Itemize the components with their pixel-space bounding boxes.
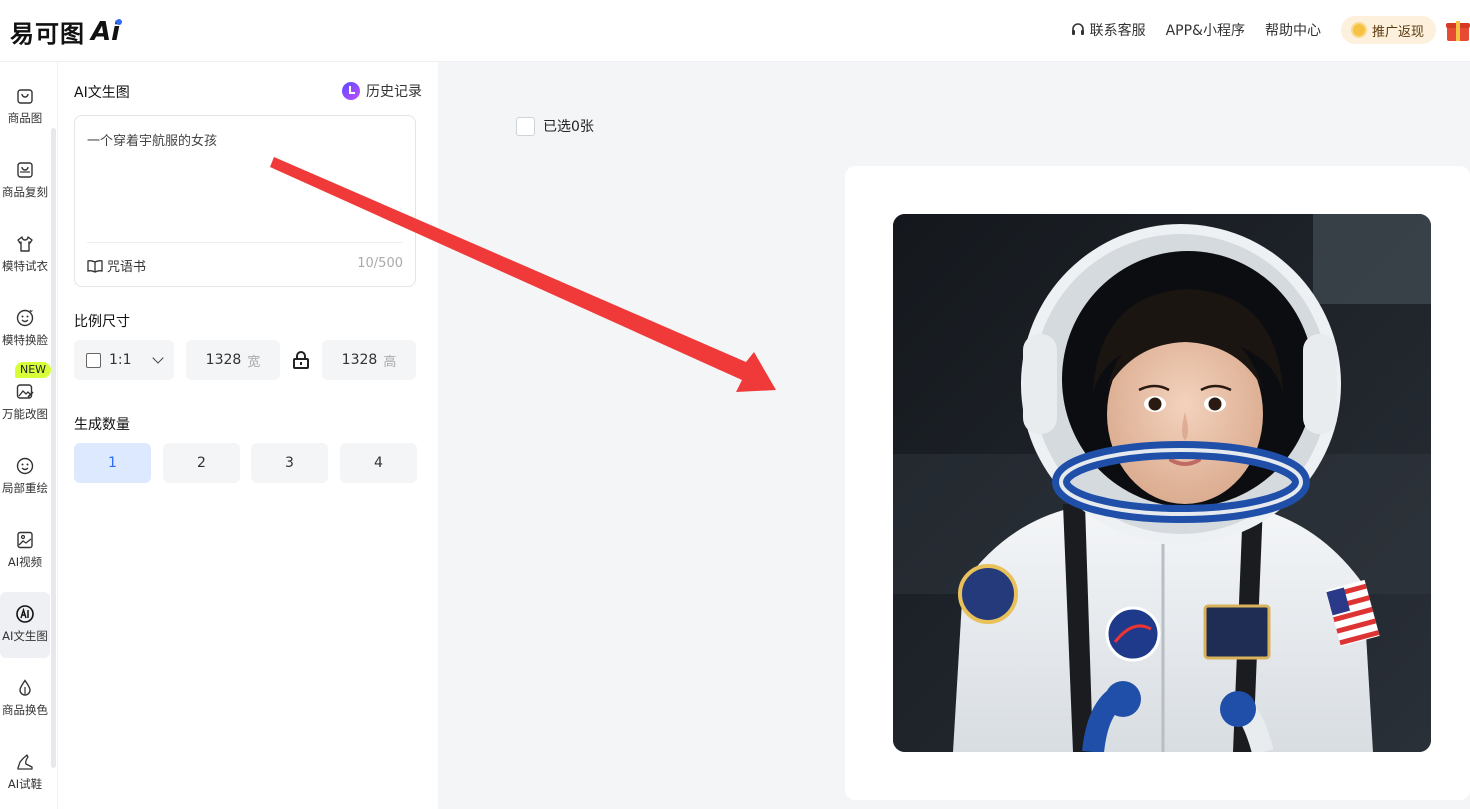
nav-item-ai-text-to-image[interactable]: AI文生图 xyxy=(0,592,50,658)
video-image-icon xyxy=(15,530,35,550)
quantity-option-2[interactable]: 2 xyxy=(163,443,240,483)
clock-icon xyxy=(342,82,360,100)
logo-text: 易可图 xyxy=(10,20,85,48)
nav-scrollbar[interactable] xyxy=(51,128,56,768)
nav-item-model-tryon[interactable]: 模特试衣 xyxy=(0,228,50,292)
height-input[interactable]: 1328 高 xyxy=(322,340,416,380)
book-icon xyxy=(87,259,103,273)
top-header: 易可图 Ai 联系客服 APP&小程序 帮助中心 推广返现 xyxy=(0,0,1470,62)
result-area: 已选0张 xyxy=(438,62,1470,809)
ratio-label: 比例尺寸 xyxy=(74,314,130,330)
nav-label: 商品换色 xyxy=(2,703,48,717)
customer-service-label: 联系客服 xyxy=(1089,23,1146,39)
ratio-select[interactable]: 1:1 xyxy=(74,340,174,380)
nav-label: AI文生图 xyxy=(2,629,48,643)
logo[interactable]: 易可图 Ai xyxy=(10,14,123,49)
shopping-bag-icon xyxy=(15,86,35,106)
width-value: 1328 xyxy=(205,352,242,368)
nav-item-ai-video[interactable]: AI视频 xyxy=(0,524,50,588)
app-link[interactable]: APP&小程序 xyxy=(1166,20,1245,40)
logo-ai: Ai xyxy=(91,16,123,47)
face-icon xyxy=(15,456,35,476)
ratio-value: 1:1 xyxy=(109,352,132,368)
copy-bag-icon xyxy=(15,160,35,180)
height-unit: 高 xyxy=(383,354,397,370)
image-edit-icon xyxy=(15,382,35,402)
nav-label: 商品复刻 xyxy=(2,185,48,199)
help-center-label: 帮助中心 xyxy=(1264,23,1321,39)
customer-service-link[interactable]: 联系客服 xyxy=(1070,20,1146,40)
quantity-option-1[interactable]: 1 xyxy=(74,443,151,483)
face-swap-icon xyxy=(15,308,35,328)
divider xyxy=(87,242,403,243)
promo-button[interactable]: 推广返现 xyxy=(1340,16,1436,44)
result-card xyxy=(845,166,1470,800)
prompt-textarea[interactable]: 一个穿着宇航服的女孩 咒语书 10/500 xyxy=(74,115,416,287)
nav-item-inpaint[interactable]: 局部重绘 xyxy=(0,450,50,514)
select-all-checkbox[interactable]: 已选0张 xyxy=(516,116,594,136)
gift-icon[interactable] xyxy=(1446,18,1470,42)
quantity-label: 生成数量 xyxy=(74,417,130,433)
chevron-down-icon xyxy=(152,352,164,364)
spellbook-label: 咒语书 xyxy=(107,260,147,275)
nav-label: 商品图 xyxy=(7,111,43,125)
nav-item-color-change[interactable]: 商品换色 xyxy=(0,672,50,736)
astronaut-girl-illustration xyxy=(893,214,1431,752)
panel-title: AI文生图 xyxy=(74,85,130,101)
app-label: APP&小程序 xyxy=(1165,23,1245,39)
shoe-icon xyxy=(15,752,35,772)
checkbox[interactable] xyxy=(516,116,535,136)
lock-icon[interactable] xyxy=(292,351,310,369)
tshirt-icon xyxy=(15,234,35,254)
char-counter: 10/500 xyxy=(357,256,403,271)
nav-item-product-image[interactable]: 商品图 xyxy=(0,80,50,144)
control-panel: AI文生图 历史记录 一个穿着宇航服的女孩 咒语书 10/500 比例尺寸 1:… xyxy=(58,62,438,809)
ai-circle-icon xyxy=(15,604,35,624)
quantity-option-4[interactable]: 4 xyxy=(340,443,417,483)
nav-label: 局部重绘 xyxy=(2,481,48,495)
nav-label: 模特换脸 xyxy=(2,333,48,347)
nav-label: AI视频 xyxy=(7,555,43,569)
nav-item-ai-shoe[interactable]: AI试鞋 xyxy=(0,746,50,809)
height-value: 1328 xyxy=(341,352,378,368)
help-center-link[interactable]: 帮助中心 xyxy=(1265,20,1321,40)
nav-item-face-swap[interactable]: 模特换脸 xyxy=(0,302,50,366)
nav-label: 模特试衣 xyxy=(2,259,48,273)
history-button[interactable]: 历史记录 xyxy=(342,81,422,101)
quantity-option-3[interactable]: 3 xyxy=(251,443,328,483)
nav-label: AI试鞋 xyxy=(7,777,43,791)
spellbook-button[interactable]: 咒语书 xyxy=(87,256,146,275)
coin-icon xyxy=(1350,22,1367,38)
width-unit: 宽 xyxy=(247,354,261,370)
width-input[interactable]: 1328 宽 xyxy=(186,340,280,380)
left-nav: 商品图 商品复刻 模特试衣 模特换脸 万能改图 局部重绘 AI视频 AI文生图 … xyxy=(0,62,58,809)
promo-label: 推广返现 xyxy=(1371,24,1424,40)
generated-image[interactable] xyxy=(893,214,1431,752)
color-drop-icon xyxy=(15,678,35,698)
prompt-text[interactable]: 一个穿着宇航服的女孩 xyxy=(87,130,217,149)
square-ratio-icon xyxy=(86,352,101,368)
nav-label: 万能改图 xyxy=(2,407,48,421)
headset-icon xyxy=(1071,23,1084,35)
history-label: 历史记录 xyxy=(366,84,422,100)
selected-count: 已选0张 xyxy=(543,119,594,135)
nav-item-product-copy[interactable]: 商品复刻 xyxy=(0,154,50,218)
new-badge: NEW xyxy=(15,362,51,378)
nav-item-universal-edit[interactable]: 万能改图 xyxy=(0,376,50,440)
